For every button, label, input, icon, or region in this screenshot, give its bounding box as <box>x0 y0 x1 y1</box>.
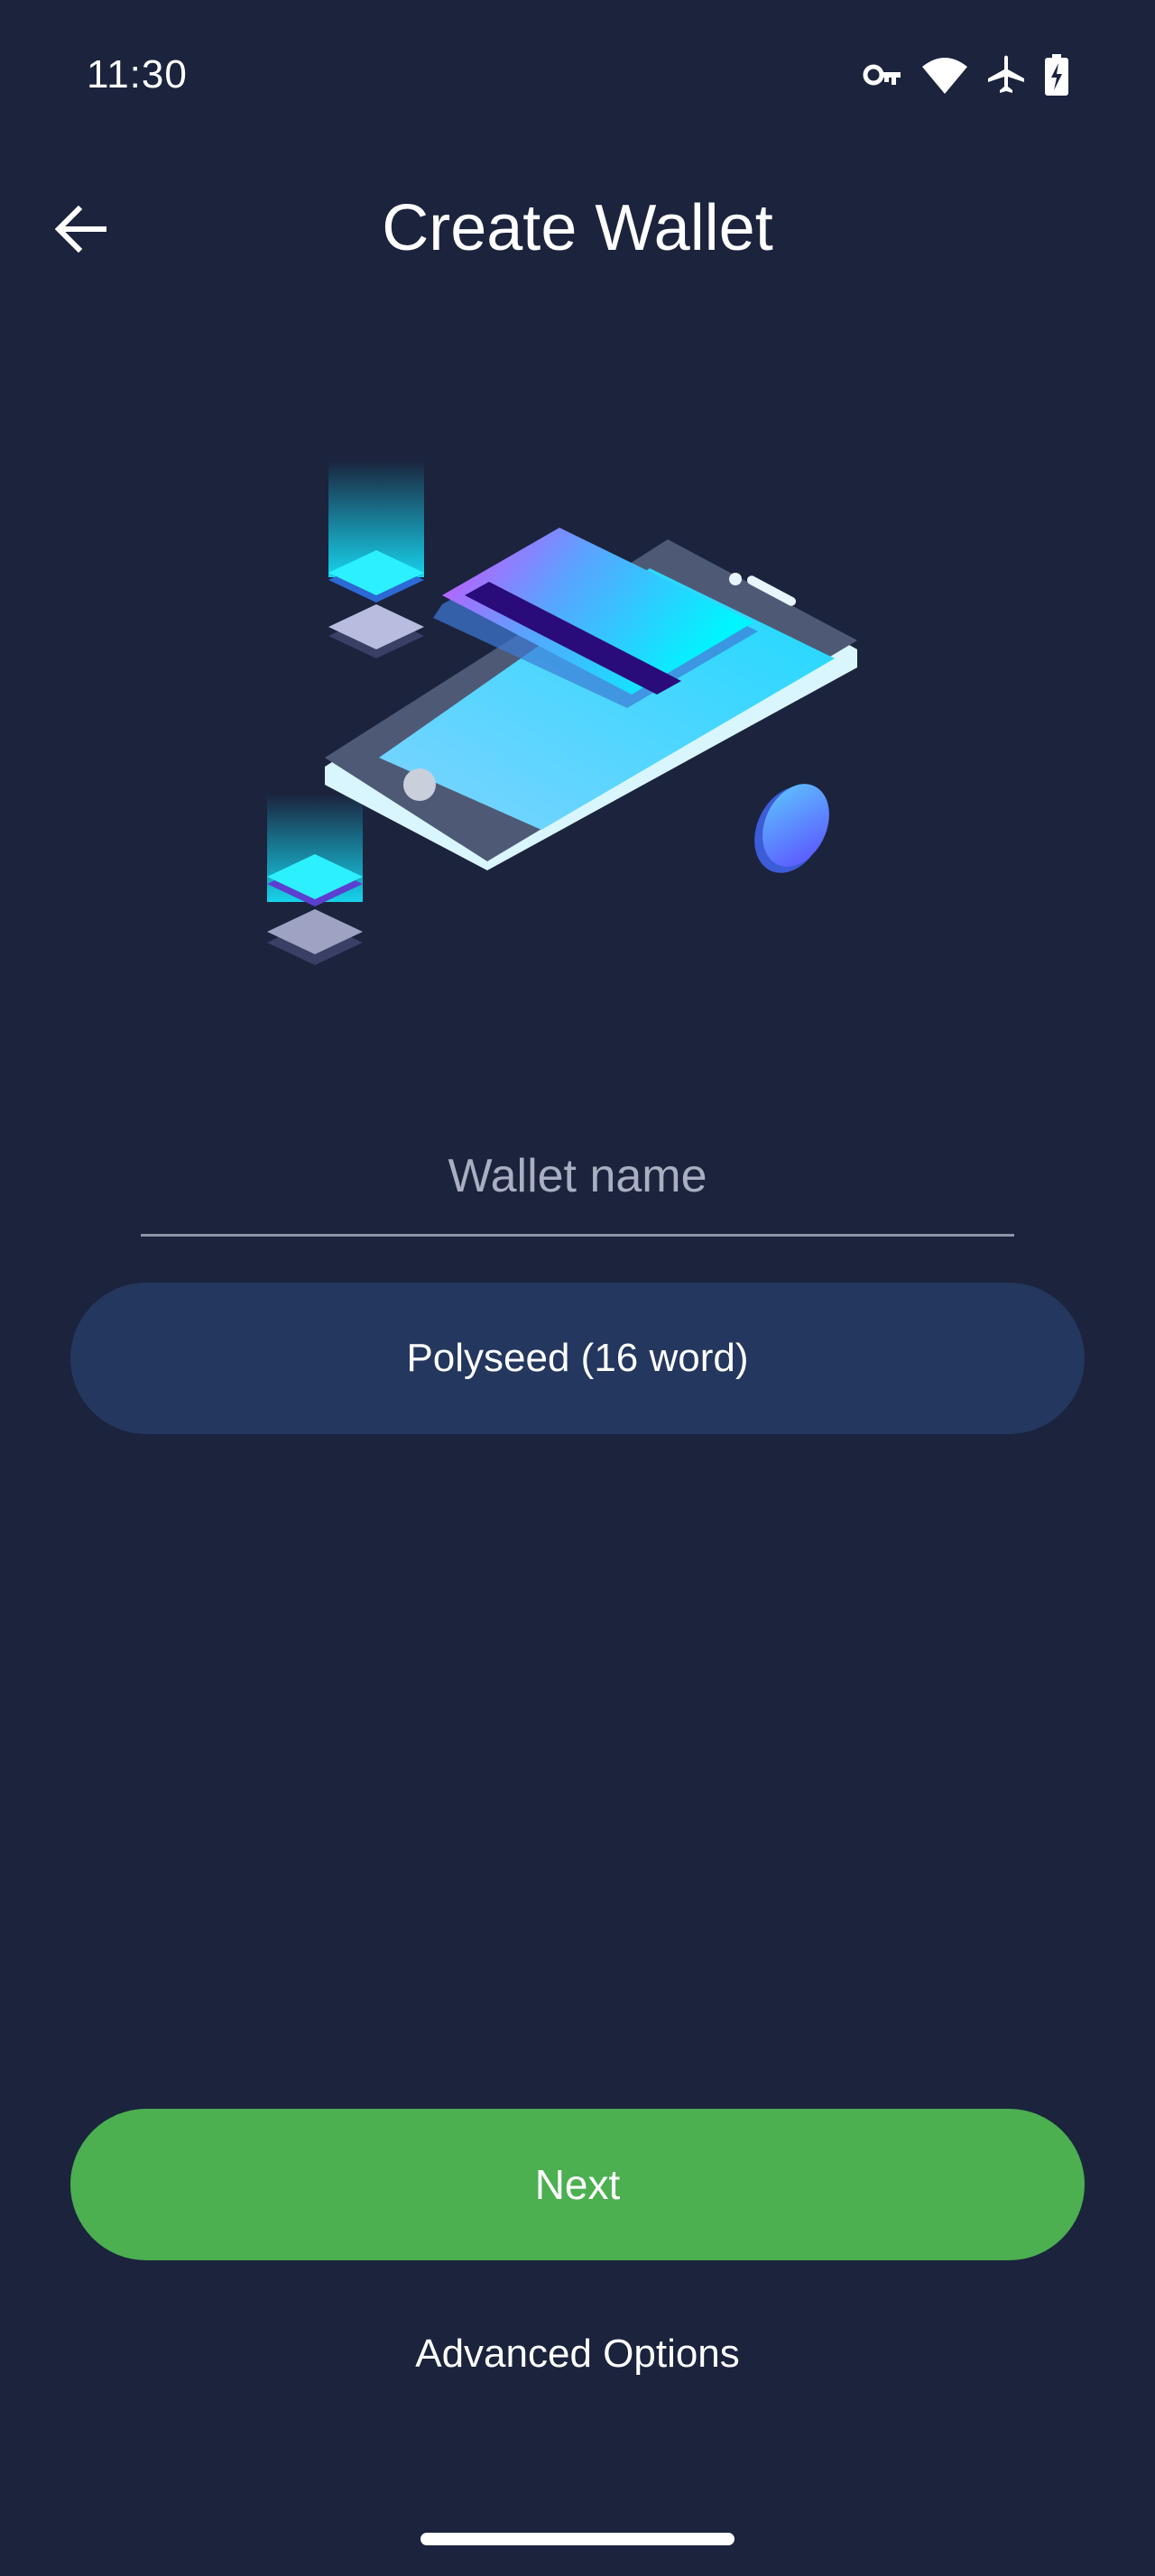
next-button-label: Next <box>534 2161 621 2208</box>
create-wallet-screen: 11:30 Create Wallet Wallet name Polyseed… <box>0 0 1155 2576</box>
seed-type-button[interactable]: Polyseed (16 word) <box>70 1283 1085 1434</box>
wifi-icon <box>922 56 967 94</box>
airplane-icon <box>987 55 1025 95</box>
seed-type-label: Polyseed (16 word) <box>406 1336 749 1380</box>
vpn-key-icon <box>863 61 902 88</box>
status-icons <box>863 54 1068 96</box>
battery-charging-icon <box>1045 54 1068 96</box>
advanced-options-link[interactable]: Advanced Options <box>0 2332 1155 2377</box>
wallet-name-field[interactable] <box>141 1118 1014 1237</box>
next-button[interactable]: Next <box>70 2109 1085 2260</box>
status-time: 11:30 <box>87 52 188 97</box>
wallet-name-input[interactable] <box>141 1148 1014 1204</box>
page-title: Create Wallet <box>382 192 773 264</box>
wallet-phone-illustration <box>253 451 884 974</box>
home-indicator[interactable] <box>420 2533 735 2545</box>
